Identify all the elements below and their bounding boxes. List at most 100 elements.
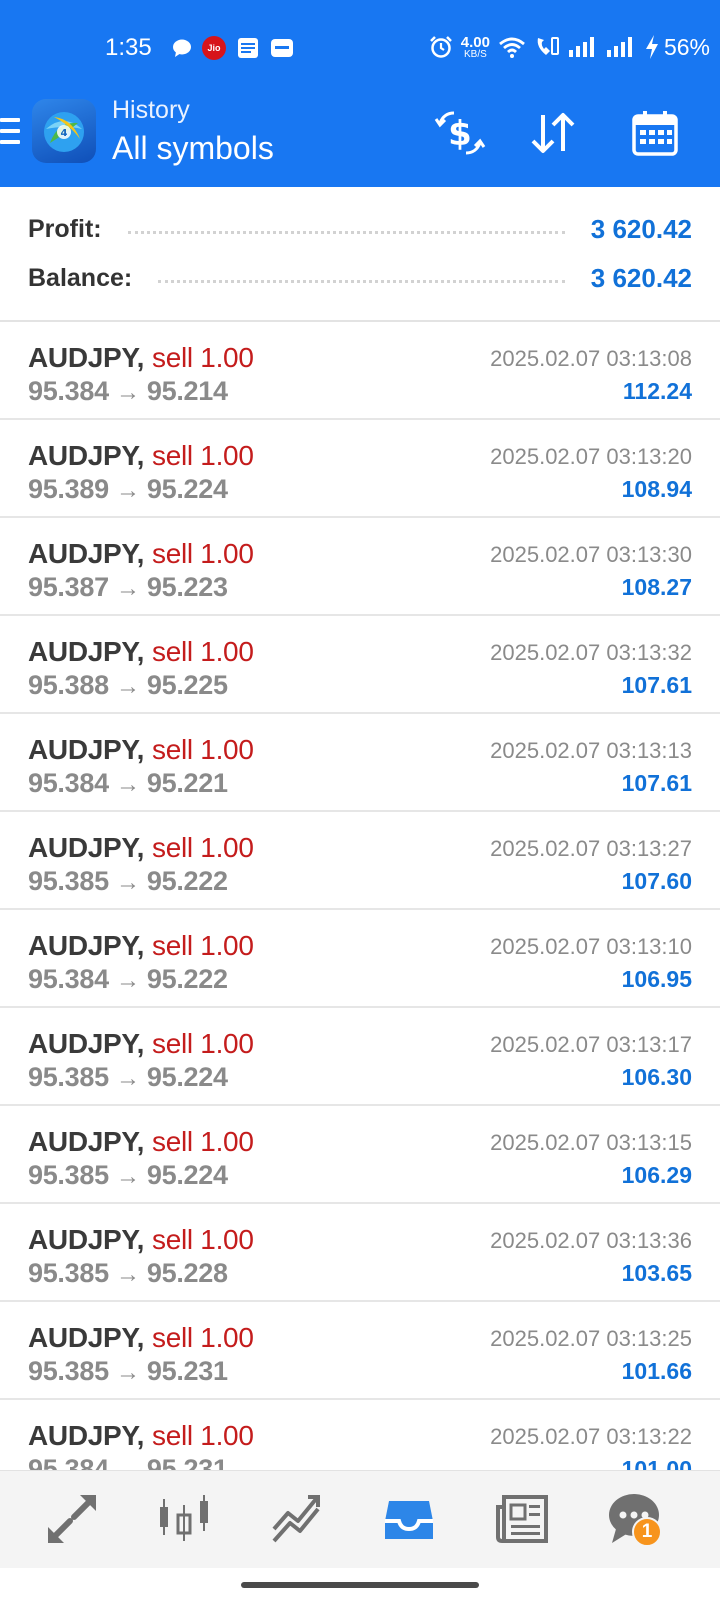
status-bar: 1:35 Jio 4.00 KB/S 56% [0,0,720,88]
deal-prices: 95.384 → 95.214 [28,376,228,407]
deal-row[interactable]: AUDJPY, sell 1.00 95.389 → 95.224 2025.02.0… [0,420,720,518]
sort-button[interactable] [525,105,581,161]
price-arrow-icon: → [116,1065,140,1092]
deal-side-volume: sell 1.00 [152,1420,254,1451]
header-title[interactable]: All symbols [112,130,274,167]
deal-row[interactable]: AUDJPY, sell 1.00 95.388 → 95.225 2025.02.0… [0,616,720,714]
deal-side-volume: sell 1.00 [152,636,254,667]
deal-row[interactable]: AUDJPY,sell 1.00 95.384 → 95.231 2025.02.0… [0,1400,720,1470]
deal-prices: 95.384 → 95.222 [28,964,228,995]
paytm-notification-icon [271,39,293,57]
deal-symbol: AUDJPY, [28,734,145,765]
deal-row[interactable]: AUDJPY, sell 1.00 95.385 → 95.228 2025.02.0… [0,1204,720,1302]
deal-row[interactable]: AUDJPY, sell 1.00 95.387 → 95.223 2025.02.0… [0,518,720,616]
deal-open-price: 95.385 [28,1160,109,1190]
metatrader-logo-icon: 4 [32,99,96,163]
menu-icon[interactable] [0,118,20,151]
signal-strength-1-icon [569,37,594,57]
price-arrow-icon: → [116,575,140,602]
deal-side-volume: sell 1.00 [152,1126,254,1157]
deal-row[interactable]: AUDJPY, sell 1.00 95.385 → 95.224 2025.02.0… [0,1008,720,1106]
deal-profit: 112.24 [622,378,692,404]
alarm-icon [429,36,452,58]
nav-history-button[interactable] [377,1487,441,1551]
dotted-leader [127,230,565,234]
deal-open-price: 95.388 [28,670,109,700]
history-inbox-icon [385,1501,433,1539]
deal-close-price: 95.222 [146,964,228,994]
deal-row[interactable]: AUDJPY, sell 1.00 95.384 → 95.214 2025.02.0… [0,322,720,420]
deal-profit: 107.61 [621,672,692,698]
app-header: 1:35 Jio 4.00 KB/S 56% 4 History All sym… [0,0,720,187]
dotted-leader [158,279,565,283]
nav-chart-button[interactable] [152,1487,216,1551]
charging-bolt-icon [646,35,658,59]
price-arrow-icon: → [116,771,140,798]
nav-news-button[interactable] [490,1487,554,1551]
deal-row[interactable]: AUDJPY, sell 1.00 95.384 → 95.221 2025.02.0… [0,714,720,812]
deal-close-price: 95.224 [146,1160,228,1190]
deal-row[interactable]: AUDJPY, sell 1.00 95.384 → 95.222 2025.02.0… [0,910,720,1008]
price-arrow-icon: → [116,1359,140,1386]
sort-arrows-icon [531,113,575,153]
deal-history-list[interactable]: AUDJPY, sell 1.00 95.384 → 95.214 2025.02.0… [0,322,720,1470]
dollar-exchange-icon: $ [434,111,486,155]
status-right-icons: 4.00 KB/S [429,34,660,60]
nav-trade-button[interactable] [264,1487,328,1551]
profit-value: 3 620.42 [590,213,692,244]
deal-profit: 103.65 [621,1260,692,1286]
date-range-button[interactable] [627,105,683,161]
chat-bubble-notification-icon [173,39,191,57]
deal-close-price: 95.224 [146,474,228,504]
deal-row[interactable]: AUDJPY, sell 1.00 95.385 → 95.222 2025.02.0… [0,812,720,910]
deal-prices: 95.389 → 95.224 [28,474,228,505]
gesture-navigation-bar [0,1568,720,1600]
deal-prices: 95.385 → 95.231 [28,1356,228,1387]
deal-close-price: 95.231 [146,1356,228,1386]
signal-strength-2-icon [607,37,632,57]
deal-row[interactable]: AUDJPY, sell 1.00 95.385 → 95.231 2025.02.0… [0,1302,720,1400]
deal-profit: 106.29 [621,1162,692,1188]
deal-profit: 101.66 [621,1358,692,1384]
deal-prices: 95.384 → 95.231 [28,1454,228,1470]
deal-open-price: 95.387 [28,572,109,602]
deal-side-volume: sell 1.00 [152,1322,254,1353]
deal-datetime: 2025.02.07 03:13:25 [490,1326,692,1351]
deal-symbol: AUDJPY, [28,930,145,961]
deal-open-price: 95.384 [28,768,109,798]
deal-side-volume: sell 1.00 [152,1224,254,1255]
deal-side-volume: sell 1.00 [152,734,254,765]
nav-quotes-button[interactable] [40,1487,104,1551]
network-speed: 4.00 KB/S [461,35,490,60]
deal-side-volume: sell 1.00 [152,342,254,373]
unread-messages-badge: 1 [632,1517,662,1547]
deal-datetime: 2025.02.07 03:13:17 [490,1032,692,1057]
price-arrow-icon: → [116,1457,140,1470]
candlestick-chart-icon [160,1495,208,1541]
deal-symbol: AUDJPY, [28,440,145,471]
quotes-arrows-icon [48,1495,96,1543]
deal-symbol: AUDJPY, [28,832,145,863]
volte-call-icon [537,37,559,55]
deal-close-price: 95.214 [146,376,228,406]
price-arrow-icon: → [116,869,140,896]
deal-profit: 106.30 [621,1064,692,1090]
nav-messages-button[interactable]: 1 [602,1487,666,1551]
deal-symbol: AUDJPY, [28,1322,145,1353]
deal-symbol: AUDJPY, [28,1126,145,1157]
deal-prices: 95.387 → 95.223 [28,572,228,603]
deposit-withdrawal-filter-button[interactable]: $ [432,105,488,161]
deal-row[interactable]: AUDJPY, sell 1.00 95.385 → 95.224 2025.02.0… [0,1106,720,1204]
deal-symbol: AUDJPY, [28,636,145,667]
deal-open-price: 95.385 [28,1258,109,1288]
deal-side-volume: sell 1.00 [152,440,254,471]
deal-profit: 107.61 [621,770,692,796]
home-gesture-handle[interactable] [241,1582,479,1588]
deal-open-price: 95.385 [28,866,109,896]
deal-profit: 108.94 [621,476,692,502]
deal-prices: 95.385 → 95.222 [28,866,228,897]
deal-profit: 108.27 [621,574,692,600]
deal-datetime: 2025.02.07 03:13:27 [490,836,692,861]
price-arrow-icon: → [116,379,140,406]
svg-text:$: $ [448,114,472,154]
